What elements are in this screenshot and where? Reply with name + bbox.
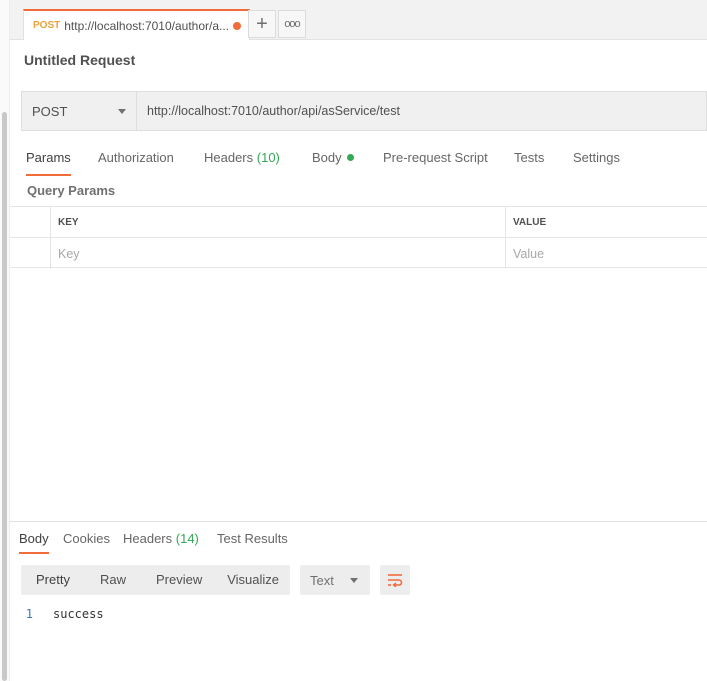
request-tab-bar: POST http://localhost:7010/author/a... +… <box>10 0 707 40</box>
response-tab-test-results[interactable]: Test Results <box>217 526 288 554</box>
tab-authorization[interactable]: Authorization <box>98 142 174 176</box>
value-column-header: VALUE <box>513 217 547 228</box>
tab-params[interactable]: Params <box>26 142 71 176</box>
response-tabs: Body Cookies Headers (14) Test Results <box>10 526 707 554</box>
response-tab-cookies[interactable]: Cookies <box>63 526 110 554</box>
query-params-table: KEY VALUE Key Value <box>10 206 707 269</box>
request-tabs: Params Authorization Headers (10) Body P… <box>10 142 707 176</box>
body-indicator-dot-icon <box>346 154 354 161</box>
line-number: 1 <box>25 607 33 621</box>
format-group: Pretty Raw Preview Visualize <box>21 565 290 595</box>
language-label: Text <box>310 572 334 588</box>
request-title[interactable]: Untitled Request <box>24 52 135 68</box>
tab-body[interactable]: Body <box>312 142 354 176</box>
query-params-label: Query Params <box>27 183 116 198</box>
row-checkbox-cell[interactable] <box>10 238 51 269</box>
response-tab-headers-label: Headers <box>123 531 173 546</box>
wrap-lines-icon <box>388 574 403 587</box>
more-icon[interactable]: ooo <box>278 10 306 38</box>
headers-count: (10) <box>256 150 280 165</box>
table-header-row: KEY VALUE <box>10 206 707 238</box>
tab-tests[interactable]: Tests <box>514 142 544 176</box>
visualize-button[interactable]: Visualize <box>202 565 279 595</box>
response-divider[interactable] <box>10 521 707 522</box>
tab-headers-label: Headers <box>204 150 254 165</box>
language-select[interactable]: Text <box>300 565 370 595</box>
tab-method-label: POST <box>33 20 61 31</box>
wrap-lines-button[interactable] <box>380 565 410 595</box>
value-input[interactable]: Value <box>506 238 707 269</box>
plus-icon[interactable]: + <box>248 10 276 38</box>
response-tab-headers[interactable]: Headers (14) <box>123 526 199 554</box>
tab-title: http://localhost:7010/author/a... <box>64 18 230 33</box>
key-column-header: KEY <box>51 207 506 238</box>
tab-body-label: Body <box>312 150 342 165</box>
table-row: Key Value <box>10 237 707 269</box>
preview-button[interactable]: Preview <box>126 565 202 595</box>
request-tab[interactable]: POST http://localhost:7010/author/a... <box>23 9 250 40</box>
response-body-line: 1 success <box>21 605 104 623</box>
chevron-down-icon <box>350 577 358 583</box>
scrollbar[interactable] <box>0 0 10 681</box>
method-label: POST <box>32 103 68 119</box>
response-headers-count: (14) <box>175 531 199 546</box>
tab-headers[interactable]: Headers (10) <box>204 142 280 176</box>
pretty-button[interactable]: Pretty <box>21 565 70 595</box>
scrollbar-thumb[interactable] <box>2 112 7 681</box>
tab-pre-request-script[interactable]: Pre-request Script <box>383 142 488 176</box>
response-tab-body[interactable]: Body <box>19 526 49 554</box>
response-body-text[interactable]: success <box>53 607 104 621</box>
url-bar: POST http://localhost:7010/author/api/as… <box>21 91 707 131</box>
unsaved-dot-icon <box>233 21 242 30</box>
method-select[interactable]: POST <box>22 92 137 130</box>
tab-settings[interactable]: Settings <box>573 142 620 176</box>
row-checkbox-cell <box>10 207 51 238</box>
key-input[interactable]: Key <box>51 238 506 269</box>
response-toolbar: Pretty Raw Preview Visualize Text <box>21 565 410 595</box>
url-input[interactable]: http://localhost:7010/author/api/asServi… <box>137 92 706 130</box>
chevron-down-icon <box>118 108 126 114</box>
raw-button[interactable]: Raw <box>70 565 126 595</box>
